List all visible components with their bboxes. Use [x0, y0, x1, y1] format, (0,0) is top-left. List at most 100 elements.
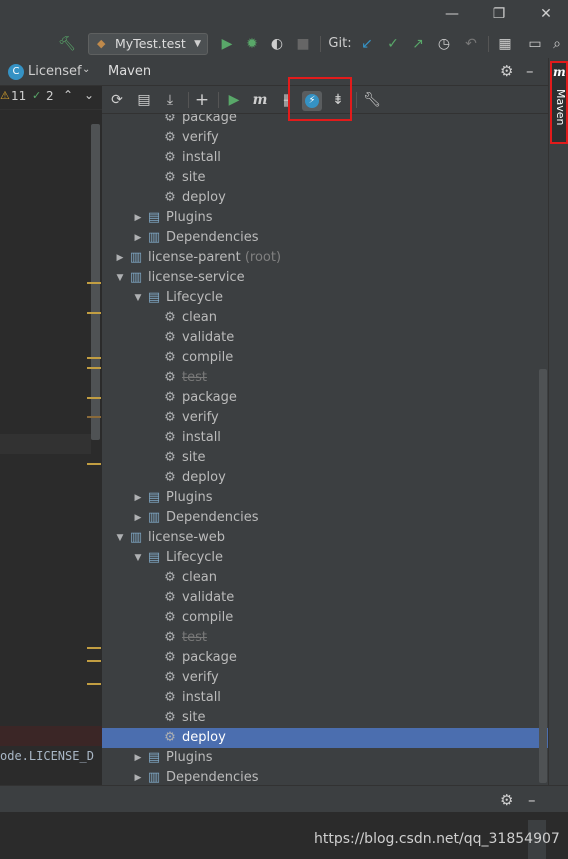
terminal-icon[interactable]: ▭ — [526, 35, 544, 53]
git-update-icon[interactable]: ↙ — [358, 35, 376, 53]
maven-goal-gear-icon: ⚙ — [164, 570, 176, 585]
git-rollback-icon[interactable]: ↶ — [462, 35, 480, 53]
minimize-icon[interactable]: — — [444, 6, 460, 22]
gutter-marker[interactable] — [87, 367, 101, 369]
maven-goal-item[interactable]: ⚙ package — [102, 388, 548, 408]
maven-goal-item[interactable]: ⚙ install — [102, 428, 548, 448]
git-history-icon[interactable]: ◷ — [435, 35, 453, 53]
editor-tab[interactable]: C Licensef ⌄ — [0, 58, 102, 86]
search-icon[interactable]: ⌕ — [548, 35, 566, 53]
gutter-marker[interactable] — [87, 282, 101, 284]
git-push-icon[interactable]: ↗ — [409, 35, 427, 53]
settings-gear-icon[interactable]: ⚙ — [500, 62, 513, 80]
gutter-marker[interactable] — [87, 357, 101, 359]
add-icon[interactable]: + — [192, 90, 212, 110]
maven-goal-item[interactable]: ⚙ compile — [102, 348, 548, 368]
execute-goal-icon[interactable]: m — [250, 90, 270, 110]
chevron-down-icon[interactable]: ▼ — [112, 268, 128, 288]
maven-group-item[interactable]: ▶ ▥ Dependencies — [102, 768, 548, 785]
maven-goal-item[interactable]: ⚙ install — [102, 148, 548, 168]
maven-project-item[interactable]: ▼ ▥ license-service — [102, 268, 548, 288]
maven-goal-item[interactable]: ⚙ test — [102, 628, 548, 648]
settings-gear-icon[interactable]: ⚙ — [500, 791, 513, 809]
chevron-right-icon[interactable]: ▶ — [130, 208, 146, 228]
maven-group-item[interactable]: ▼ ▤ Lifecycle — [102, 288, 548, 308]
stop-icon[interactable]: ■ — [294, 35, 312, 53]
run-configuration-select[interactable]: ◆ MyTest.test ▼ — [88, 33, 208, 55]
maven-group-item[interactable]: ▶ ▥ Dependencies — [102, 228, 548, 248]
gutter-marker[interactable] — [87, 397, 101, 399]
maven-goal-item[interactable]: ⚙ site — [102, 448, 548, 468]
maven-goal-item[interactable]: ⚙ verify — [102, 408, 548, 428]
maven-project-item[interactable]: ▼ ▥ license-web — [102, 528, 548, 548]
maven-goal-item[interactable]: ⚙ test — [102, 368, 548, 388]
chevron-down-icon[interactable]: ⌄ — [82, 64, 90, 75]
maven-goal-item[interactable]: ⚙ verify — [102, 128, 548, 148]
gutter-marker[interactable] — [87, 416, 101, 418]
maven-goal-item[interactable]: ⚙ package — [102, 648, 548, 668]
tree-item-label: clean — [182, 310, 217, 325]
chevron-right-icon[interactable]: ▶ — [130, 508, 146, 528]
gutter-marker[interactable] — [87, 312, 101, 314]
project-structure-icon[interactable]: ▦ — [496, 35, 514, 53]
tree-item-label: Plugins — [166, 750, 213, 765]
plugins-folder-icon: ▤ — [147, 490, 161, 505]
gutter-marker[interactable] — [87, 660, 101, 662]
tree-item-label: Dependencies — [166, 510, 259, 525]
maven-goal-item[interactable]: ⚙ site — [102, 708, 548, 728]
download-icon[interactable]: ⤓ — [160, 90, 180, 110]
maven-group-item[interactable]: ▶ ▤ Plugins — [102, 748, 548, 768]
chevron-down-icon[interactable]: ▼ — [130, 548, 146, 568]
maven-goal-item[interactable]: ⚙ compile — [102, 608, 548, 628]
maven-goal-item[interactable]: ⚙ clean — [102, 568, 548, 588]
chevron-right-icon[interactable]: ▶ — [130, 768, 146, 785]
maven-goal-item[interactable]: ⚙ verify — [102, 668, 548, 688]
maven-goal-item[interactable]: ⚙ install — [102, 688, 548, 708]
watermark: https://blog.csdn.net/qq_31854907 — [314, 831, 560, 847]
maven-settings-icon[interactable]: 🔧︎ — [362, 90, 382, 110]
maven-group-item[interactable]: ▶ ▥ Dependencies — [102, 508, 548, 528]
chevron-down-icon[interactable]: ▼ — [130, 288, 146, 308]
maven-goal-gear-icon: ⚙ — [164, 670, 176, 685]
restore-icon[interactable]: ❐ — [491, 6, 507, 22]
maven-goal-item[interactable]: ⚙ clean — [102, 308, 548, 328]
maven-goal-item[interactable]: ⚙ deploy — [102, 468, 548, 488]
chevron-right-icon[interactable]: ▶ — [112, 248, 128, 268]
debug-icon[interactable]: ✹ — [243, 35, 261, 53]
tree-item-label: verify — [182, 410, 219, 425]
tree-item-label: Lifecycle — [166, 290, 224, 305]
maven-project-item[interactable]: ▶ ▥ license-parent (root) — [102, 248, 548, 268]
close-icon[interactable]: ✕ — [538, 6, 554, 22]
maven-goal-item[interactable]: ⚙ package — [102, 114, 548, 128]
maven-goal-item[interactable]: ⚙ validate — [102, 328, 548, 348]
run-icon[interactable]: ▶ — [218, 35, 236, 53]
maven-goal-item[interactable]: ⚙ deploy — [102, 728, 548, 748]
maven-goal-gear-icon: ⚙ — [164, 310, 176, 325]
next-highlight-icon[interactable]: ⌄ — [84, 88, 94, 102]
build-hammer-icon[interactable]: 🔨︎ — [58, 35, 76, 53]
maven-group-item[interactable]: ▶ ▤ Plugins — [102, 488, 548, 508]
hide-icon[interactable]: – — [528, 791, 536, 809]
maven-goal-item[interactable]: ⚙ site — [102, 168, 548, 188]
maven-group-item[interactable]: ▶ ▤ Plugins — [102, 208, 548, 228]
maven-side-tab[interactable]: m Maven — [550, 61, 568, 144]
chevron-right-icon[interactable]: ▶ — [130, 228, 146, 248]
previous-highlight-icon[interactable]: ⌃ — [63, 88, 73, 102]
gutter-marker[interactable] — [87, 683, 101, 685]
coverage-icon[interactable]: ◐ — [268, 35, 286, 53]
maven-goal-item[interactable]: ⚙ validate — [102, 588, 548, 608]
generate-sources-icon[interactable]: ▤ — [134, 90, 154, 110]
run-maven-build-icon[interactable]: ▶ — [224, 90, 244, 110]
maven-group-item[interactable]: ▼ ▤ Lifecycle — [102, 548, 548, 568]
tree-item-label: package — [182, 650, 237, 665]
gutter-marker[interactable] — [87, 647, 101, 649]
chevron-right-icon[interactable]: ▶ — [130, 748, 146, 768]
chevron-down-icon[interactable]: ▼ — [112, 528, 128, 548]
hide-icon[interactable]: – — [526, 62, 534, 80]
gutter-marker[interactable] — [87, 463, 101, 465]
maven-goal-item[interactable]: ⚙ deploy — [102, 188, 548, 208]
maven-scrollbar[interactable] — [539, 369, 547, 783]
chevron-right-icon[interactable]: ▶ — [130, 488, 146, 508]
reload-icon[interactable]: ⟳ — [107, 90, 127, 110]
git-commit-icon[interactable]: ✓ — [384, 35, 402, 53]
